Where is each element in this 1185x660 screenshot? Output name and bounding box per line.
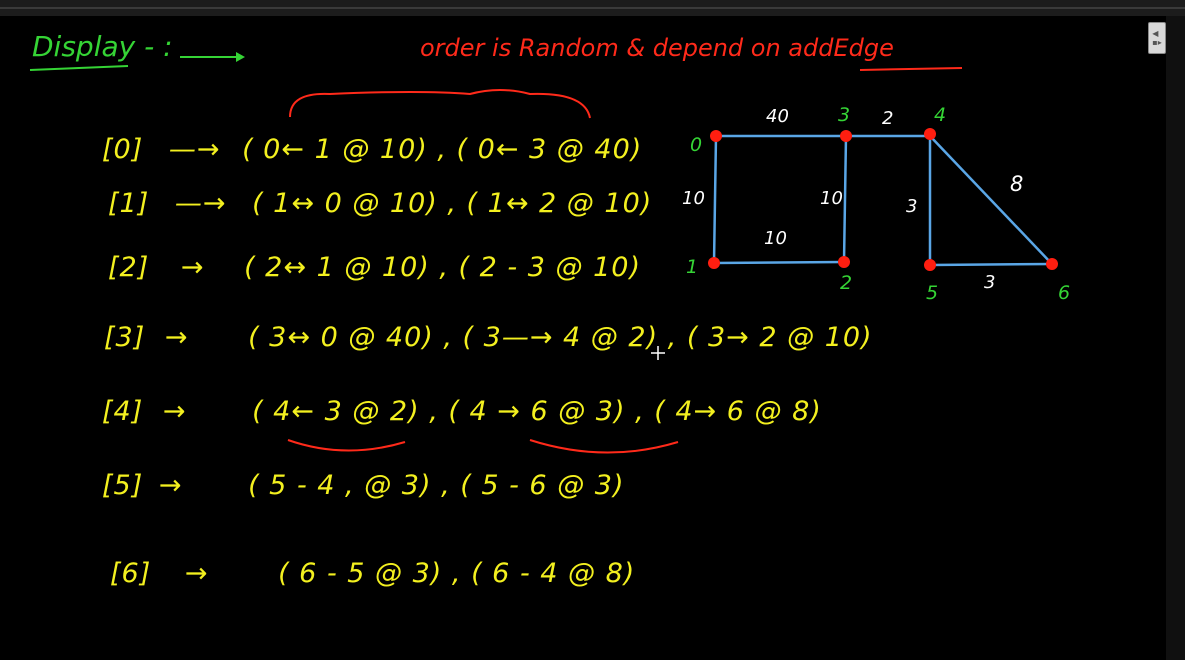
vertex-4 <box>924 128 936 140</box>
vertex-1 <box>708 257 720 269</box>
vertex-0 <box>710 130 722 142</box>
weight-3-4: 2 <box>882 108 894 129</box>
vertex-label-2: 2 <box>840 272 853 294</box>
vertex-label-5: 5 <box>926 282 939 304</box>
edge-5-6 <box>929 262 1053 267</box>
graph-vertices <box>708 128 1058 271</box>
vertex-6 <box>1046 258 1058 270</box>
weight-1-2: 10 <box>764 228 787 249</box>
weight-4-5: 3 <box>906 196 918 217</box>
vertex-5 <box>924 259 936 271</box>
vertex-label-0: 0 <box>690 134 703 156</box>
graph-diagram <box>708 128 1058 271</box>
weight-0-1: 10 <box>682 188 705 209</box>
weight-0-3: 40 <box>766 106 789 127</box>
vertex-label-3: 3 <box>838 104 851 126</box>
vertex-3 <box>840 130 852 142</box>
edge-4-6 <box>929 135 1053 265</box>
weight-5-6: 3 <box>984 272 996 293</box>
weight-4-6: 8 <box>1010 172 1024 196</box>
vertex-label-4: 4 <box>934 104 947 126</box>
vertex-label-6: 6 <box>1058 282 1071 304</box>
edge-1-2 <box>713 260 845 265</box>
weight-3-2: 10 <box>820 188 843 209</box>
vertex-label-1: 1 <box>686 256 699 278</box>
vertex-2 <box>838 256 850 268</box>
edge-0-1 <box>712 135 718 264</box>
edge-3-2 <box>842 135 848 263</box>
